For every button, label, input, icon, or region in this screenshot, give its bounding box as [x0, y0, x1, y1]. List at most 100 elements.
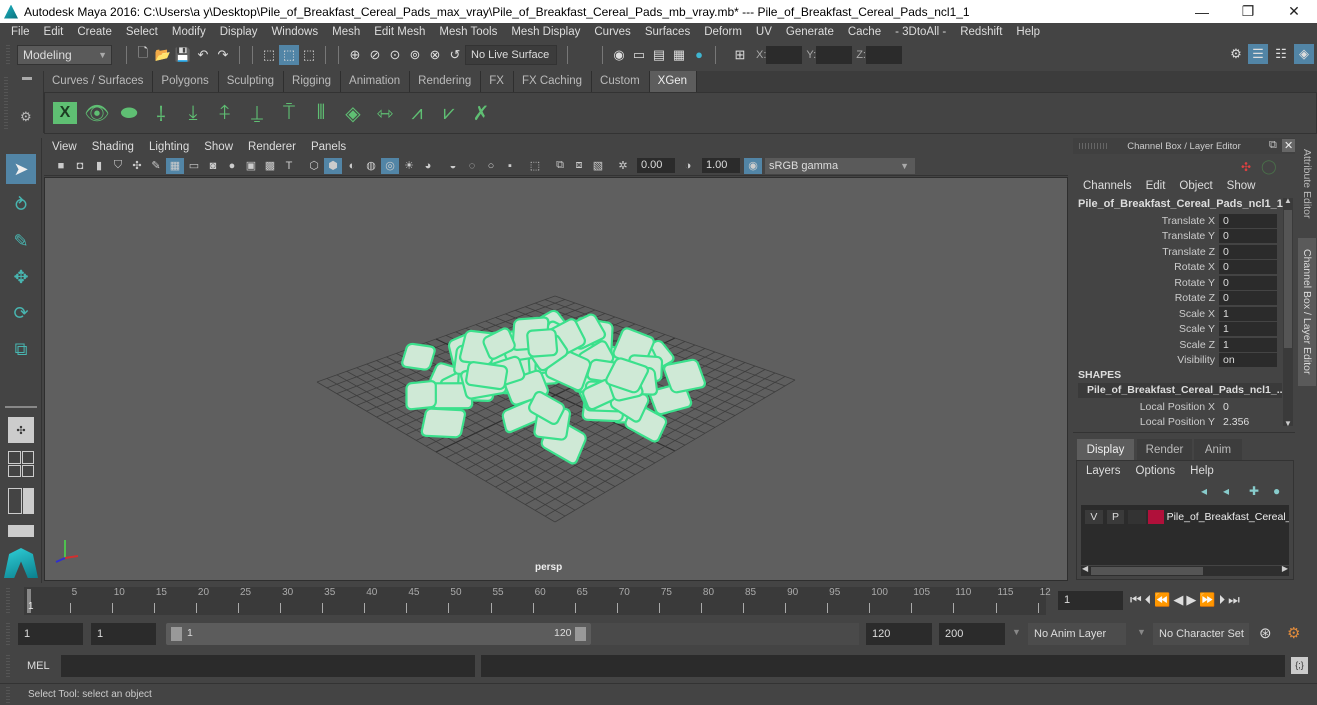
field-chart-icon[interactable]: ▣ — [242, 158, 260, 174]
channel-menu-edit[interactable]: Edit — [1146, 180, 1166, 192]
layer-visibility-toggle[interactable]: V — [1085, 510, 1103, 524]
textured-icon[interactable]: ◎ — [381, 157, 399, 174]
gamma-icon[interactable]: ◑ — [679, 158, 697, 174]
viewport-menu-view[interactable]: View — [52, 141, 84, 153]
layer-tab-render[interactable]: Render — [1137, 439, 1192, 460]
delete-guides-icon[interactable]: ✗ — [465, 97, 497, 129]
menu-help[interactable]: Help — [1009, 26, 1047, 38]
channel-row[interactable]: Translate Z0 — [1078, 244, 1288, 259]
single-perspective-layout-icon[interactable]: ✣ — [8, 417, 34, 443]
channel-label[interactable]: Rotate Z — [1078, 292, 1219, 304]
menu-display[interactable]: Display — [213, 26, 265, 38]
channel-label[interactable]: Local Position X — [1078, 401, 1219, 413]
snap-point-icon[interactable]: ⊙ — [385, 45, 405, 65]
channel-value[interactable]: 0 — [1219, 400, 1277, 414]
channel-value[interactable]: 0 — [1219, 213, 1277, 228]
channel-label[interactable]: Translate Y — [1078, 230, 1219, 242]
channel-value[interactable]: 2.356 — [1219, 415, 1277, 429]
smooth-shade-icon[interactable]: ⬢ — [324, 157, 342, 174]
shape-name[interactable]: Pile_of_Breakfast_Cereal_Pads_ncl1_... — [1078, 383, 1285, 398]
range-slider-grip[interactable] — [6, 623, 10, 645]
scroll-thumb[interactable] — [1091, 567, 1203, 575]
scale-tool-icon[interactable]: ⧉ — [6, 334, 36, 364]
z-field[interactable] — [865, 45, 902, 64]
channel-label[interactable]: Scale X — [1078, 308, 1219, 320]
menu-create[interactable]: Create — [70, 26, 119, 38]
range-end-handle[interactable] — [575, 627, 586, 641]
time-slider-grip[interactable] — [6, 588, 10, 614]
channel-box-tab[interactable]: Channel Box / Layer Editor — [1298, 238, 1316, 386]
panel-grip[interactable] — [1079, 143, 1109, 149]
play-forwards-icon[interactable]: ▶ — [1186, 592, 1196, 608]
safe-action-icon[interactable]: ▩ — [261, 158, 279, 174]
channel-value[interactable]: 0 — [1219, 275, 1277, 290]
channel-value[interactable]: 0 — [1219, 260, 1277, 274]
restore-button[interactable]: ❐ — [1225, 0, 1271, 23]
live-surface-field[interactable]: No Live Surface — [465, 44, 557, 65]
xgen-editor-icon[interactable]: X — [49, 97, 81, 129]
playback-start-field[interactable]: 1 — [91, 623, 156, 645]
menu-edit-mesh[interactable]: Edit Mesh — [367, 26, 432, 38]
xray-components-icon[interactable]: ▧ — [589, 158, 607, 174]
layer-color-swatch[interactable] — [1147, 510, 1164, 524]
range-slider-bar[interactable]: 1 120 — [166, 623, 591, 645]
paint-select-tool-icon[interactable]: ✎ — [6, 226, 36, 256]
xray-icon[interactable]: ⧉ — [551, 158, 569, 174]
color-management-icon[interactable]: ◉ — [744, 157, 762, 174]
safe-title-icon[interactable]: T — [280, 158, 298, 174]
shelf-tab-curves-surfaces[interactable]: Curves / Surfaces — [44, 71, 154, 92]
attribute-editor-toggle-icon[interactable]: ☰ — [1248, 44, 1268, 64]
use-all-lights-icon[interactable]: ☀ — [400, 158, 418, 174]
channel-value[interactable]: on — [1219, 353, 1277, 367]
depth-of-field-icon[interactable]: ▪ — [501, 158, 519, 174]
close-button[interactable]: ✕ — [1271, 0, 1317, 23]
channel-value[interactable]: 0 — [1219, 244, 1277, 259]
guide-length-icon[interactable]: ⇿ — [369, 97, 401, 129]
shelf-tab-fx-caching[interactable]: FX Caching — [513, 71, 593, 92]
channel-value[interactable]: 1 — [1219, 322, 1277, 336]
exposure-icon[interactable]: ✲ — [614, 158, 632, 174]
channel-label[interactable]: Scale Z — [1078, 339, 1219, 351]
render-settings-icon[interactable]: ▦ — [669, 45, 689, 65]
close-panel-icon[interactable]: ✕ — [1282, 139, 1296, 152]
screen-space-ao-icon[interactable]: ◒ — [444, 158, 462, 174]
animation-start-field[interactable]: 1 — [18, 623, 83, 645]
layer-tab-display[interactable]: Display — [1077, 439, 1134, 460]
command-input[interactable] — [61, 655, 475, 677]
channel-menu-show[interactable]: Show — [1227, 180, 1256, 192]
select-guides-icon[interactable]: ⩘ — [401, 97, 433, 129]
x-field[interactable] — [766, 45, 803, 64]
viewport-menu-shading[interactable]: Shading — [92, 141, 141, 153]
chevron-down-icon[interactable]: ▼ — [1012, 627, 1021, 637]
shelf-tab-animation[interactable]: Animation — [341, 71, 411, 92]
channel-value[interactable]: 0 — [1219, 229, 1277, 243]
menu-generate[interactable]: Generate — [779, 26, 841, 38]
gate-mask-icon[interactable]: ● — [223, 158, 241, 174]
channel-label[interactable]: Translate X — [1078, 215, 1219, 227]
channel-row[interactable]: Scale X1 — [1078, 306, 1288, 321]
menu-cache[interactable]: Cache — [841, 26, 888, 38]
channel-label[interactable]: Translate Z — [1078, 246, 1219, 258]
channel-menu-channels[interactable]: Channels — [1083, 180, 1132, 192]
open-scene-icon[interactable]: 📂 — [153, 45, 173, 65]
attribute-editor-tab[interactable]: Attribute Editor — [1298, 144, 1316, 224]
gamma-field[interactable]: 1.00 — [702, 158, 740, 173]
anim-layer-dropdown[interactable]: No Anim Layer — [1028, 623, 1126, 645]
shelf-tab-polygons[interactable]: Polygons — [153, 71, 219, 92]
y-field[interactable] — [816, 45, 853, 64]
channel-label[interactable]: Rotate X — [1078, 261, 1219, 273]
shadows-icon[interactable]: ◕ — [419, 158, 437, 174]
step-back-key-icon[interactable]: ⏪ — [1154, 592, 1170, 608]
persp-graph-layout-icon[interactable] — [8, 525, 34, 537]
channel-value[interactable]: 0 — [1219, 291, 1277, 305]
scroll-right-icon[interactable]: ▶ — [1282, 564, 1288, 573]
undo-icon[interactable]: ↶ — [193, 45, 213, 65]
snap-view-plane-icon[interactable]: ⊚ — [405, 45, 425, 65]
viewport-menu-panels[interactable]: Panels — [311, 141, 353, 153]
shelf-tab-menu-icon[interactable] — [22, 77, 32, 80]
rotate-tool-icon[interactable]: ⟳ — [6, 298, 36, 328]
guide-cv-icon[interactable]: ⩗ — [433, 97, 465, 129]
guides-icon[interactable]: ⫴ — [305, 97, 337, 129]
menu-mesh-display[interactable]: Mesh Display — [504, 26, 587, 38]
channel-row[interactable]: Translate Y0 — [1078, 229, 1288, 244]
